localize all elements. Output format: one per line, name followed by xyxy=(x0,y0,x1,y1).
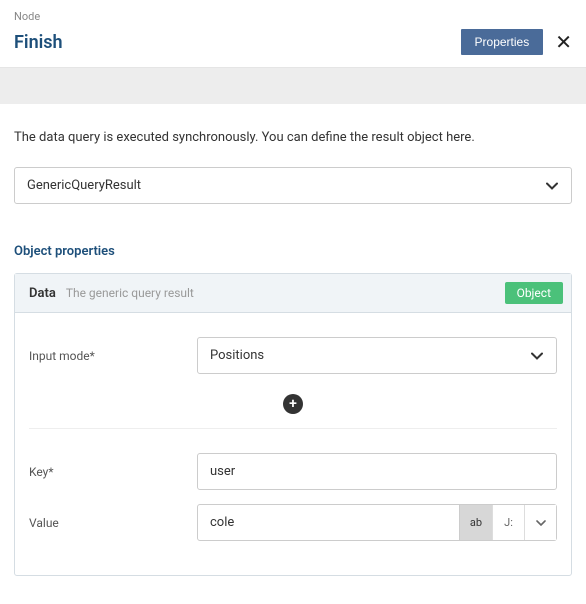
properties-button[interactable]: Properties xyxy=(461,29,544,55)
page-title: Finish xyxy=(14,32,63,53)
value-label: Value xyxy=(29,516,197,530)
divider xyxy=(29,428,557,429)
description-text: The data query is executed synchronously… xyxy=(14,130,572,145)
mode-expression-button[interactable]: J: xyxy=(492,505,524,540)
input-mode-value: Positions xyxy=(197,337,557,374)
panel-subtitle: The generic query result xyxy=(66,286,194,300)
object-properties-panel: Data The generic query result Object Inp… xyxy=(14,273,572,576)
breadcrumb: Node xyxy=(14,10,572,23)
result-type-select[interactable]: GenericQueryResult xyxy=(14,167,572,204)
key-input[interactable] xyxy=(197,453,557,490)
input-mode-select[interactable]: Positions xyxy=(197,337,557,374)
type-badge: Object xyxy=(505,282,563,304)
input-mode-label: Input mode* xyxy=(29,349,197,363)
value-input[interactable] xyxy=(197,504,460,541)
panel-title: Data xyxy=(29,286,56,301)
sub-header-bar xyxy=(0,68,586,104)
key-label: Key* xyxy=(29,465,197,479)
result-type-value: GenericQueryResult xyxy=(14,167,572,204)
mode-text-button[interactable]: ab xyxy=(460,505,492,540)
add-icon[interactable]: + xyxy=(283,394,303,414)
section-title: Object properties xyxy=(14,244,572,259)
chevron-down-icon xyxy=(536,520,546,526)
mode-dropdown-button[interactable] xyxy=(524,505,556,540)
close-icon[interactable]: ✕ xyxy=(555,32,572,52)
